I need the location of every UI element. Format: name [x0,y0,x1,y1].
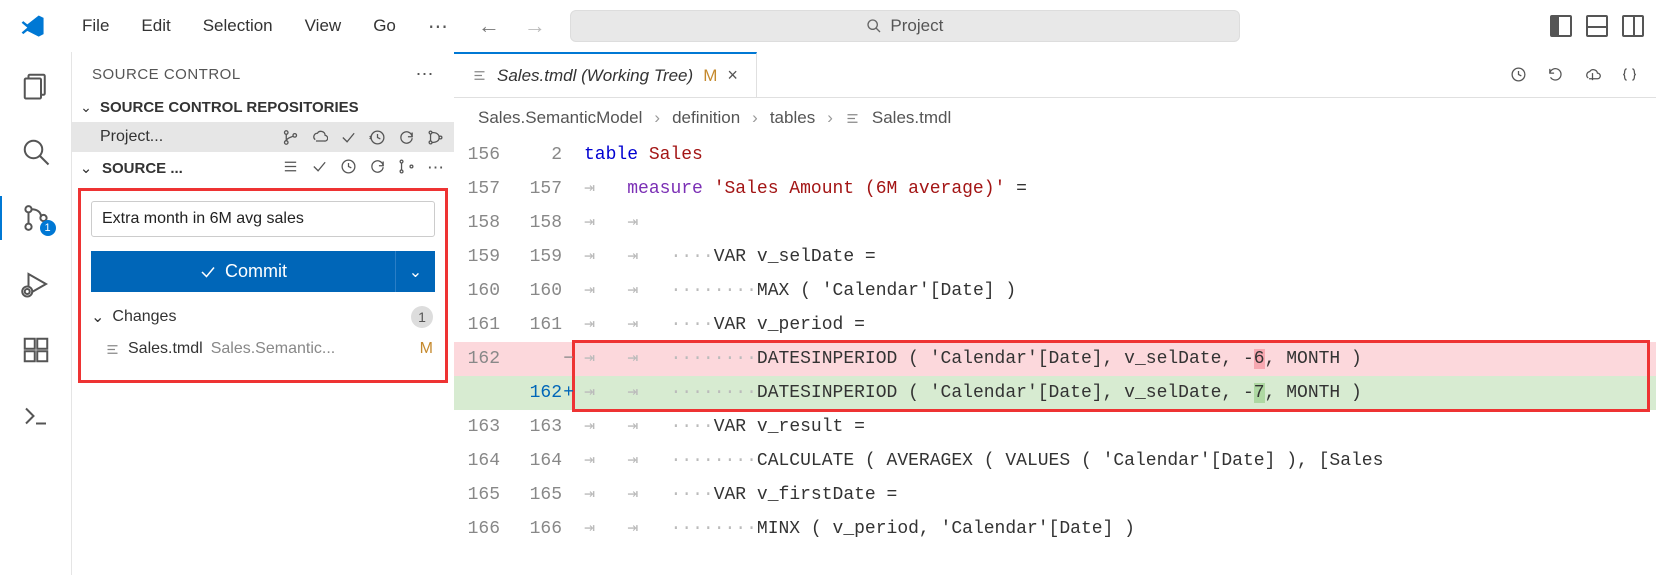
sync-cloud-icon[interactable] [311,129,328,146]
code-line: 158158⇥ ⇥ [454,206,1656,240]
file-status-badge: M [420,340,433,358]
code-line: 160160⇥ ⇥ ········MAX ( 'Calendar'[Date]… [454,274,1656,308]
code-diff-view[interactable]: 1562table Sales157157⇥ measure 'Sales Am… [454,138,1656,575]
layout-right-icon[interactable] [1622,15,1644,37]
file-lines-icon [845,111,860,126]
sidebar-more-icon[interactable]: ⋯ [416,64,435,85]
chevron-down-icon: ⌄ [78,99,94,116]
tab-status-badge: M [703,66,717,86]
vscode-logo-icon [20,13,46,39]
menu-view[interactable]: View [291,10,356,42]
file-path: Sales.Semantic... [211,340,412,358]
tab-title: Sales.tmdl (Working Tree) [497,66,693,86]
search-icon [866,18,882,34]
scm-badge: 1 [40,220,56,236]
file-lines-icon [105,342,120,357]
file-name: Sales.tmdl [128,340,203,358]
commit-message-input[interactable] [91,201,435,237]
sidebar-title: SOURCE CONTROL [92,66,241,83]
code-line: 1562table Sales [454,138,1656,172]
commit-area-highlight: Commit ⌄ ⌄ Changes 1 Sales.tmdl Sales.Se… [78,188,448,383]
graph-icon[interactable] [427,129,444,146]
graph-icon[interactable] [398,158,415,175]
discard-icon[interactable] [1547,66,1564,83]
list-icon[interactable] [282,158,299,175]
command-center-search[interactable]: Project [570,10,1240,42]
run-debug-icon[interactable] [20,268,52,300]
repo-row[interactable]: Project... [72,122,454,152]
source-control-icon[interactable]: 1 [20,202,52,234]
check-icon [199,263,217,281]
cloud-up-icon[interactable] [1584,66,1601,83]
close-icon[interactable]: × [727,65,738,86]
commit-button[interactable]: Commit [91,251,395,292]
editor-tabs: Sales.tmdl (Working Tree) M × [454,52,1656,98]
menubar: File Edit Selection View Go ⋯ ← → Projec… [0,0,1656,52]
file-lines-icon [472,68,487,83]
search-activity-icon[interactable] [20,136,52,168]
menu-edit[interactable]: Edit [127,10,184,42]
history-icon[interactable] [340,158,357,175]
scm-sidebar: SOURCE CONTROL ⋯ ⌄ SOURCE CONTROL REPOSI… [72,52,454,575]
changed-file-row[interactable]: Sales.tmdl Sales.Semantic... M [91,334,435,364]
explorer-icon[interactable] [20,70,52,102]
more-icon[interactable]: ⋯ [427,158,444,178]
provider-section-header[interactable]: ⌄ SOURCE ... ⋯ [72,152,454,184]
changes-count-badge: 1 [411,306,433,328]
chevron-down-icon: ⌄ [91,307,104,327]
menu-overflow-icon[interactable]: ⋯ [414,14,462,39]
nav-forward-icon[interactable]: → [524,13,546,39]
menu-selection[interactable]: Selection [189,10,287,42]
chevron-down-icon: ⌄ [78,159,94,177]
code-line: 164164⇥ ⇥ ········CALCULATE ( AVERAGEX (… [454,444,1656,478]
code-line: 163163⇥ ⇥ ····VAR v_result = [454,410,1656,444]
branch-icon[interactable] [282,129,299,146]
code-line: 165165⇥ ⇥ ····VAR v_firstDate = [454,478,1656,512]
history-icon[interactable] [1510,66,1527,83]
nav-back-icon[interactable]: ← [478,13,500,39]
code-line: 157157⇥ measure 'Sales Amount (6M averag… [454,172,1656,206]
code-line: 166166⇥ ⇥ ········MINX ( v_period, 'Cale… [454,512,1656,546]
extensions-icon[interactable] [20,334,52,366]
repos-section-header[interactable]: ⌄ SOURCE CONTROL REPOSITORIES [72,93,454,122]
refresh-icon[interactable] [398,129,415,146]
check-icon[interactable] [340,129,357,146]
code-line: 162⇥ ⇥ ········DATESINPERIOD ( 'Calendar… [454,342,1656,376]
refresh-icon[interactable] [369,158,386,175]
code-line: 162⇥ ⇥ ········DATESINPERIOD ( 'Calendar… [454,376,1656,410]
braces-icon[interactable] [1621,66,1638,83]
layout-bottom-icon[interactable] [1586,15,1608,37]
editor-area: Sales.tmdl (Working Tree) M × Sales.Sema… [454,52,1656,575]
breadcrumb[interactable]: Sales.SemanticModel› definition› tables›… [454,98,1656,138]
activity-bar: 1 [0,52,72,575]
code-line: 159159⇥ ⇥ ····VAR v_selDate = [454,240,1656,274]
changes-header[interactable]: ⌄ Changes 1 [91,292,435,334]
search-placeholder: Project [890,16,943,36]
check-icon[interactable] [311,158,328,175]
repo-name: Project... [100,128,163,146]
code-line: 161161⇥ ⇥ ····VAR v_period = [454,308,1656,342]
terminal-side-icon[interactable] [20,400,52,432]
menu-file[interactable]: File [68,10,123,42]
layout-left-icon[interactable] [1550,15,1572,37]
commit-dropdown-button[interactable]: ⌄ [395,251,435,292]
history-icon[interactable] [369,129,386,146]
menu-go[interactable]: Go [359,10,410,42]
tab-sales-tmdl[interactable]: Sales.tmdl (Working Tree) M × [454,52,757,97]
